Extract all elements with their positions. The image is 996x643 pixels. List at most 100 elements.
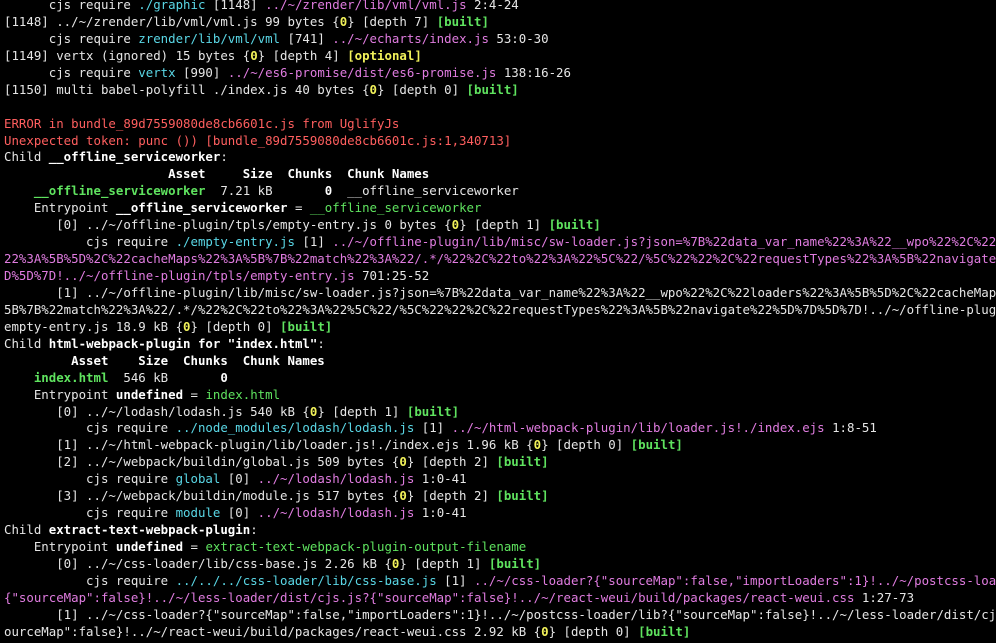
- terminal-text: ../~/zrender/lib/vml/vml.js: [265, 0, 467, 12]
- terminal-text: 53:0-30: [488, 30, 549, 46]
- terminal-text: __offline_serviceworker: [115, 200, 288, 216]
- terminal-text: ./graphic: [138, 0, 206, 12]
- terminal-line: [1] ../~/offline-plugin/lib/misc/sw-load…: [4, 285, 996, 302]
- terminal-text: 701:25-52: [354, 268, 430, 283]
- terminal-text: __offline_serviceworker: [4, 183, 206, 199]
- terminal-text: 7.21 kB: [205, 183, 325, 199]
- terminal-text: :: [220, 149, 228, 165]
- terminal-line: Entrypoint undefined = index.html: [4, 387, 996, 404]
- terminal-line: [1150] multi babel-polyfill ./index.js 4…: [4, 82, 996, 99]
- terminal-text: 0: [533, 437, 542, 453]
- terminal-text: 546 kB: [108, 369, 221, 385]
- terminal-text: cjs require: [4, 30, 139, 46]
- terminal-text: [0] ../~/css-loader/lib/css-base.js 2.26…: [4, 555, 392, 571]
- terminal-text: Unexpected token: punc ()) [bundle_89d75…: [4, 132, 512, 148]
- terminal-text: 0: [369, 81, 377, 97]
- terminal-text: 0: [399, 454, 407, 470]
- terminal-text: [741]: [280, 30, 333, 46]
- terminal-text: } [depth 2]: [406, 488, 497, 504]
- terminal-text: 22%3A%5B%5D%2C%22cacheMaps%22%3A%5B%7B%2…: [4, 251, 996, 267]
- terminal-text: __offline_serviceworker: [332, 183, 519, 199]
- terminal-line: [1149] vertx (ignored) 15 bytes {0} [dep…: [4, 48, 996, 65]
- terminal-text: index.html: [205, 386, 281, 402]
- terminal-line: Asset Size Chunks Chunk Names: [4, 166, 996, 183]
- terminal-text: [1]: [414, 420, 452, 436]
- terminal-text: [0] ../~/offline-plugin/tpls/empty-entry…: [4, 217, 452, 233]
- terminal-line: [0] ../~/css-loader/lib/css-base.js 2.26…: [4, 556, 996, 573]
- terminal-line: Child html-webpack-plugin for "index.htm…: [4, 336, 996, 353]
- terminal-text: 5B%7B%22match%22%3A%22/.*/%22%2C%22to%22…: [4, 301, 996, 317]
- terminal-text: [1]: [294, 234, 333, 250]
- terminal-text: html-webpack-plugin for "index.html": [48, 335, 318, 351]
- terminal-line: empty-entry.js 18.9 kB {0} [depth 0] [bu…: [4, 319, 996, 336]
- terminal-text: 0: [183, 318, 191, 334]
- terminal-text: } [depth 7]: [347, 13, 437, 29]
- terminal-line: 5B%7B%22match%22%3A%22/.*/%22%2C%22to%22…: [4, 302, 996, 319]
- terminal-line: Child __offline_serviceworker:: [4, 149, 996, 166]
- terminal-text: vertx: [138, 64, 176, 80]
- terminal-text: [2] ../~/webpack/buildin/global.js 509 b…: [4, 454, 400, 470]
- terminal-text: ourceMap":false}!../~/react-weui/build/p…: [4, 623, 542, 639]
- terminal-line: cjs require vertx [990] ../~/es6-promise…: [4, 65, 996, 82]
- terminal-line: D%5D%7D!../~/offline-plugin/tpls/empty-e…: [4, 268, 996, 285]
- terminal-text: [1] ../~/css-loader?{"sourceMap":false,"…: [4, 606, 996, 622]
- terminal-line: index.html 546 kB 0: [4, 370, 996, 387]
- terminal-text: [1148]: [205, 0, 266, 12]
- terminal-text: D%5D%7D!../~/offline-plugin/tpls/empty-e…: [4, 268, 355, 283]
- terminal-text: ../~/echarts/index.js: [332, 30, 489, 46]
- terminal-text: } [depth 1]: [399, 555, 489, 571]
- terminal-line: Unexpected token: punc ()) [bundle_89d75…: [4, 133, 996, 150]
- terminal-text: [optional]: [347, 47, 422, 63]
- terminal-text: global: [175, 471, 221, 487]
- terminal-line: [1] ../~/css-loader?{"sourceMap":false,"…: [4, 607, 996, 624]
- terminal-text: 1:0-41: [414, 505, 467, 521]
- terminal-text: ../node_modules/lodash/lodash.js: [175, 420, 415, 436]
- terminal-text: [1150] multi babel-polyfill ./index.js 4…: [4, 81, 370, 97]
- terminal-line: __offline_serviceworker 7.21 kB 0 __offl…: [4, 183, 996, 200]
- terminal-text: 0: [451, 217, 460, 233]
- terminal-text: Entrypoint: [4, 386, 116, 402]
- terminal-line: [2] ../~/webpack/buildin/global.js 509 b…: [4, 454, 996, 471]
- terminal-text: :: [317, 335, 325, 351]
- terminal-text: [built]: [496, 488, 549, 504]
- terminal-text: } [depth 4]: [257, 47, 348, 63]
- terminal-line: cjs require module [0] ../~/lodash/lodas…: [4, 505, 996, 522]
- terminal-text: [built]: [630, 437, 683, 453]
- terminal-text: undefined: [115, 539, 184, 554]
- terminal-text: empty-entry.js 18.9 kB {: [4, 318, 184, 334]
- terminal-text: 2:4-24: [466, 0, 519, 12]
- terminal-text: } [depth 2]: [406, 454, 497, 470]
- terminal-line: [0] ../~/lodash/lodash.js 540 kB {0} [de…: [4, 404, 996, 421]
- terminal-text: Entrypoint: [4, 539, 116, 554]
- terminal-text: 0: [541, 623, 549, 639]
- terminal-text: [1] ../~/offline-plugin/lib/misc/sw-load…: [4, 284, 996, 300]
- terminal-text: cjs require: [4, 234, 176, 250]
- terminal-line: cjs require global [0] ../~/lodash/lodas…: [4, 471, 996, 488]
- terminal-line: [1] ../~/html-webpack-plugin/lib/loader.…: [4, 437, 996, 454]
- terminal-text: [1] ../~/html-webpack-plugin/lib/loader.…: [4, 437, 534, 453]
- terminal-output[interactable]: cjs require ./graphic [1148] ../~/zrende…: [0, 0, 996, 640]
- terminal-text: Child: [4, 335, 49, 351]
- terminal-text: [built]: [548, 217, 601, 233]
- terminal-line: 22%3A%5B%5D%2C%22cacheMaps%22%3A%5B%7B%2…: [4, 251, 996, 268]
- terminal-line: Asset Size Chunks Chunk Names: [4, 353, 996, 370]
- terminal-text: extract-text-webpack-plugin: [48, 522, 251, 538]
- terminal-text: [1148] ../~/zrender/lib/vml/vml.js 99 by…: [4, 13, 340, 29]
- terminal-text: [built]: [488, 555, 542, 571]
- terminal-text: cjs require: [4, 64, 139, 80]
- terminal-text: [built]: [638, 623, 691, 639]
- terminal-text: 138:16-26: [496, 64, 571, 80]
- terminal-text: =: [287, 200, 310, 216]
- terminal-text: cjs require: [4, 420, 176, 436]
- terminal-line: ERROR in bundle_89d7559080de8cb6601c.js …: [4, 116, 996, 133]
- terminal-text: [built]: [280, 318, 333, 334]
- terminal-text: ../../../css-loader/lib/css-base.js: [175, 572, 437, 588]
- terminal-text: __offline_serviceworker: [309, 200, 482, 216]
- terminal-text: } [depth 0]: [377, 81, 467, 97]
- terminal-text: [1149] vertx (ignored) 15 bytes {: [4, 47, 251, 63]
- terminal-text: } [depth 1]: [317, 403, 407, 419]
- terminal-text: [built]: [436, 13, 489, 29]
- terminal-text: undefined: [115, 386, 184, 402]
- terminal-text: Child: [4, 149, 49, 165]
